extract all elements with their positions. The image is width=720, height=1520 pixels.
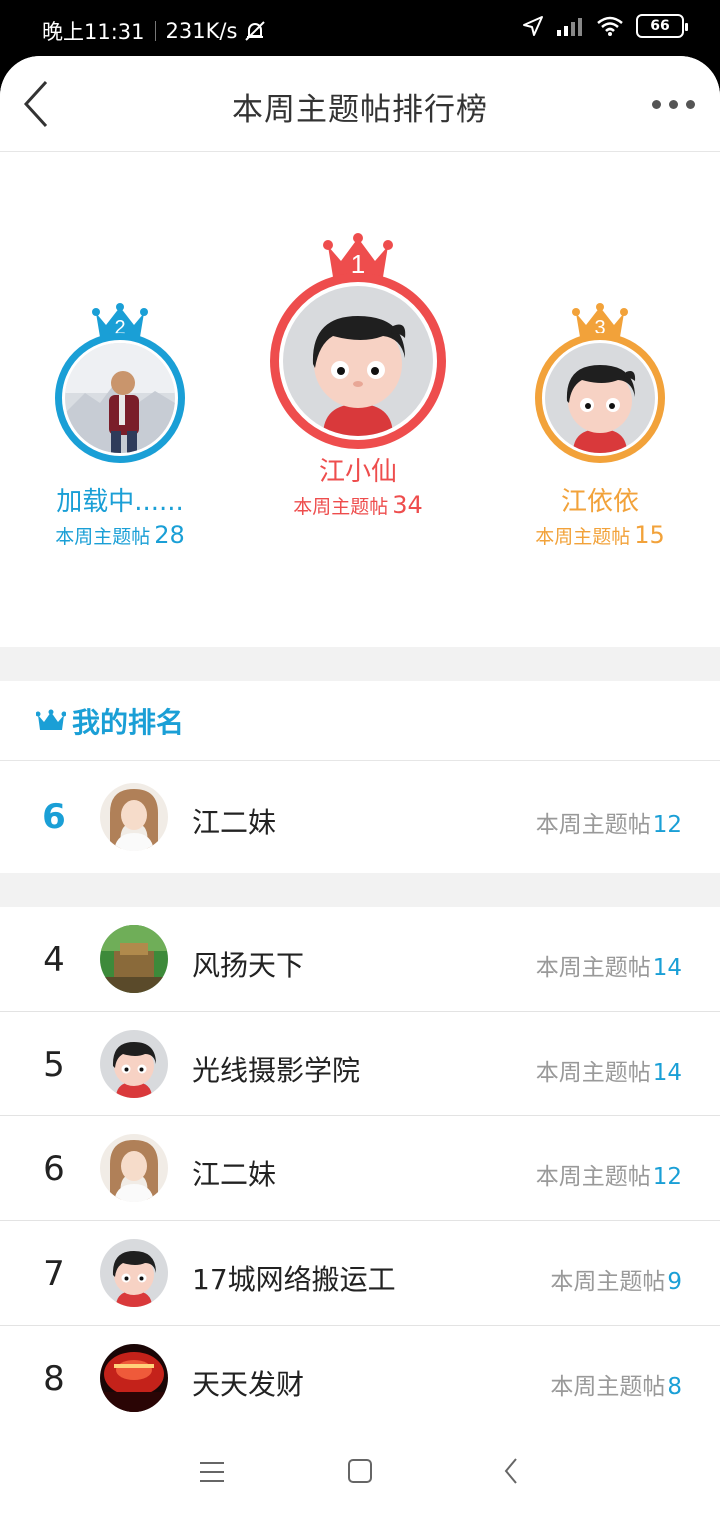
count-label: 本周主题帖 [535, 1060, 651, 1086]
count-label: 本周主题帖 [535, 1164, 651, 1190]
count-value: 14 [652, 1060, 682, 1086]
podium-name: 江依依 [560, 487, 639, 517]
my-rank-header: 我的排名 [0, 681, 720, 761]
podium-second[interactable]: 2 加载中...... 本周主题帖 28 [40, 303, 200, 603]
user-name: 17城网络搬运工 [192, 1263, 396, 1296]
rank-number: 8 [43, 1359, 65, 1399]
menu-icon [200, 1462, 224, 1482]
podium-name: 江小仙 [318, 457, 397, 487]
avatar [535, 333, 665, 463]
list-item[interactable]: 4 风扬天下 本周主题帖14 [0, 907, 720, 1012]
system-nav-bar [0, 1424, 720, 1520]
podium-count: 本周主题帖 28 [40, 521, 200, 549]
system-back-button[interactable] [492, 1454, 532, 1490]
status-right: 66 [522, 14, 688, 38]
avatar [270, 273, 446, 449]
count-value: 9 [667, 1269, 682, 1295]
more-dot-icon [652, 99, 661, 109]
page-title: 本周主题帖排行榜 [232, 92, 488, 128]
podium-count: 本周主题帖 15 [520, 521, 680, 549]
top-bar: 本周主题帖排行榜 [0, 56, 720, 152]
status-bar: 晚上11:31 231K/s 66 [0, 0, 720, 56]
count-value: 12 [652, 1164, 682, 1190]
rank-number: 7 [43, 1254, 65, 1294]
status-time: 晚上11:31 [42, 20, 145, 44]
count-label: 本周主题帖 [293, 496, 389, 518]
my-rank-row[interactable]: 6 江二妹 本周主题帖12 [0, 761, 720, 873]
status-left: 晚上11:31 231K/s [42, 16, 267, 46]
avatar [55, 333, 185, 463]
count-label: 本周主题帖 [550, 1374, 666, 1400]
podium-first[interactable]: 1 江小仙 本周主题帖 34 [258, 233, 458, 593]
list-item[interactable]: 8 天天发财 本周主题帖8 [0, 1326, 720, 1426]
list-item[interactable]: 7 17城网络搬运工 本周主题帖9 [0, 1221, 720, 1326]
user-name: 江二妹 [192, 1158, 277, 1191]
post-count: 本周主题帖12 [536, 1157, 682, 1191]
menu-button[interactable] [192, 1454, 232, 1490]
section-divider [0, 647, 720, 681]
count-label: 本周主题帖 [55, 526, 151, 548]
post-count: 本周主题帖8 [550, 1367, 682, 1401]
wifi-icon [597, 16, 623, 36]
more-button[interactable] [652, 94, 700, 114]
avatar [100, 783, 168, 851]
avatar [100, 1239, 168, 1307]
count-label: 本周主题帖 [535, 526, 631, 548]
count-value: 28 [154, 521, 185, 549]
podium-third[interactable]: 3 江依依 本周主题帖 15 [520, 303, 680, 603]
rank-number: 4 [43, 940, 65, 980]
rank-number: 6 [43, 1149, 65, 1189]
battery-indicator: 66 [636, 14, 688, 38]
podium-count: 本周主题帖 34 [258, 491, 458, 519]
post-count: 本周主题帖9 [550, 1262, 682, 1296]
rank-number: 6 [42, 797, 66, 837]
list-item[interactable]: 5 光线摄影学院 本周主题帖14 [0, 1012, 720, 1116]
home-button[interactable] [340, 1454, 380, 1490]
avatar [100, 1030, 168, 1098]
location-arrow-icon [523, 16, 543, 36]
network-speed: 231K/s [165, 19, 238, 43]
list-item[interactable]: 6 江二妹 本周主题帖12 [0, 1116, 720, 1221]
user-name: 江二妹 [192, 806, 277, 839]
crown-icon [36, 709, 66, 730]
count-value: 8 [667, 1374, 682, 1400]
section-divider [0, 873, 720, 907]
avatar [100, 1134, 168, 1202]
more-dot-icon [686, 99, 695, 109]
count-value: 34 [392, 491, 423, 519]
square-icon [348, 1459, 372, 1483]
more-dot-icon [669, 99, 678, 109]
my-rank-label: 我的排名 [72, 706, 185, 739]
count-value: 14 [652, 955, 682, 981]
count-value: 12 [652, 812, 682, 838]
rank-number: 5 [43, 1045, 65, 1085]
avatar [100, 925, 168, 993]
avatar [100, 1344, 168, 1412]
count-label: 本周主题帖 [535, 812, 651, 838]
post-count: 本周主题帖14 [536, 1053, 682, 1087]
mute-bell-icon [245, 21, 266, 41]
user-name: 风扬天下 [192, 949, 305, 982]
status-divider [154, 21, 156, 41]
user-name: 天天发财 [192, 1368, 305, 1401]
chevron-left-icon [504, 1458, 517, 1484]
top-three-podium: 2 加载中...... 本周主题帖 28 1 江小仙 本周主题帖 34 3 江依… [0, 153, 720, 647]
signal-icon [557, 18, 582, 36]
podium-name: 加载中...... [56, 487, 184, 517]
user-name: 光线摄影学院 [192, 1054, 361, 1087]
count-label: 本周主题帖 [550, 1269, 666, 1295]
app-surface: 本周主题帖排行榜 2 加载中...... 本周主题帖 28 1 江小仙 本周主题… [0, 56, 720, 1520]
post-count: 本周主题帖12 [536, 805, 682, 839]
battery-level: 66 [650, 18, 670, 34]
count-label: 本周主题帖 [535, 955, 651, 981]
count-value: 15 [634, 521, 665, 549]
post-count: 本周主题帖14 [536, 948, 682, 982]
